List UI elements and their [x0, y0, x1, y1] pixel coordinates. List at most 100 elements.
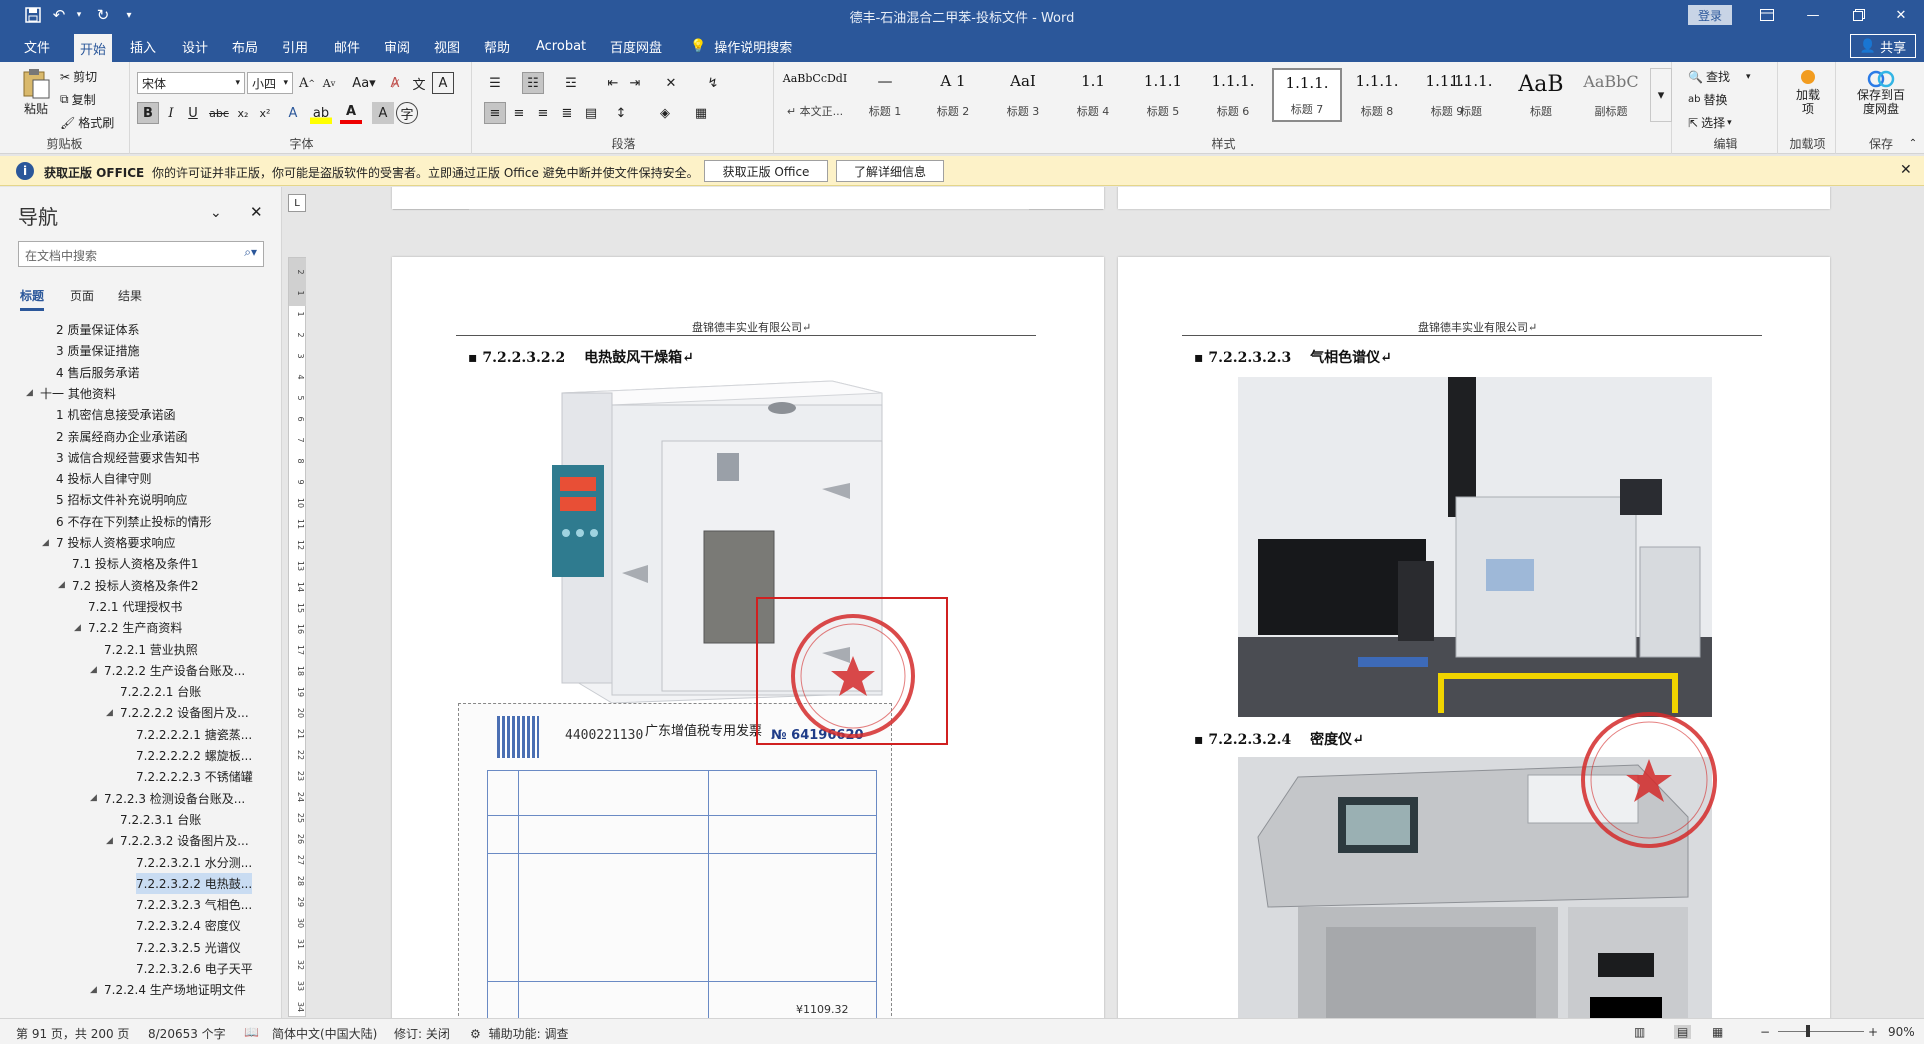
align-right-icon[interactable]: ≡ [532, 102, 554, 124]
nav-tree-item[interactable]: 7.2.2.2.2.1 搪瓷蒸... [136, 724, 252, 745]
styles-more-icon[interactable]: ▾ [1650, 68, 1672, 122]
cut-button[interactable]: ✂ 剪切 [60, 68, 97, 85]
nav-tree-item[interactable]: 7.2.2.3.2.1 水分测... [136, 852, 252, 873]
search-icon[interactable]: ⌕▾ [244, 245, 257, 260]
style-tile[interactable]: — 标题 1 [850, 68, 920, 122]
nav-tree-item[interactable]: ◢ 7 投标人资格要求响应 [42, 532, 175, 553]
phonetic-guide-icon[interactable]: 文 [408, 72, 430, 94]
nav-tree-item[interactable]: 7.2.2.2.2.2 螺旋板... [136, 745, 252, 766]
nav-tree-item[interactable]: 3 诚信合规经营要求告知书 [56, 447, 199, 468]
chevron-down-icon[interactable]: ⌄ [210, 205, 222, 221]
bold-icon[interactable]: B [137, 102, 159, 124]
zoom-level[interactable]: 90% [1888, 1025, 1915, 1039]
nav-tree-item[interactable]: 7.2.2.1 营业执照 [104, 639, 198, 660]
proofing-icon[interactable]: 📖 [244, 1025, 259, 1039]
accessibility-status[interactable]: ⚙ 辅助功能: 调查 [470, 1025, 568, 1042]
paste-button[interactable]: 粘贴 [18, 68, 54, 117]
align-left-icon[interactable]: ≡ [484, 102, 506, 124]
language[interactable]: 简体中文(中国大陆) [272, 1025, 377, 1042]
nav-tree-item[interactable]: ◢ 7.2 投标人资格及条件2 [58, 575, 199, 596]
print-layout-icon[interactable]: ▤ [1674, 1025, 1692, 1039]
style-tile[interactable]: AaB 标题 [1506, 68, 1576, 122]
nav-tree-item[interactable]: 7.1 投标人资格及条件1 [72, 553, 199, 574]
expand-triangle-icon[interactable]: ◢ [90, 985, 97, 995]
nav-tree-item[interactable]: 7.2.2.3.2.3 气相色... [136, 894, 252, 915]
share-button[interactable]: 👤 共享 [1850, 34, 1916, 58]
tab-acrobat[interactable]: Acrobat [530, 30, 592, 62]
tab-selector-icon[interactable]: L [288, 194, 306, 212]
nav-tree-item[interactable]: 2 质量保证体系 [56, 319, 139, 340]
ribbon-display-options-icon[interactable] [1744, 0, 1790, 30]
expand-triangle-icon[interactable]: ◢ [74, 623, 81, 633]
expand-triangle-icon[interactable]: ◢ [42, 538, 49, 548]
tell-me-search[interactable]: 💡 操作说明搜索 [684, 30, 798, 62]
tab-insert[interactable]: 插入 [124, 30, 162, 62]
learn-more-button[interactable]: 了解详细信息 [836, 160, 944, 182]
increase-indent-icon[interactable]: ⇥ [624, 72, 646, 94]
login-button[interactable]: 登录 [1688, 5, 1732, 25]
nav-tab-pages[interactable]: 页面 [70, 287, 94, 304]
font-family-select[interactable]: 宋体 ▾ [137, 72, 245, 94]
numbering-icon[interactable]: ☷ [522, 72, 544, 94]
nav-tree-item[interactable]: 7.2.2.2.1 台账 [120, 681, 201, 702]
expand-triangle-icon[interactable]: ◢ [26, 388, 33, 398]
style-tile[interactable]: 1.1.1. 标题 [1436, 68, 1506, 122]
page-right[interactable]: 盘锦德丰实业有限公司↵ ▪ 7.2.2.3.2.3 气相色谱仪↵ ▪ 7.2.2… [1118, 257, 1830, 1018]
nav-tree-item[interactable]: 2 亲属经商办企业承诺函 [56, 426, 187, 447]
expand-triangle-icon[interactable]: ◢ [90, 665, 97, 675]
restore-icon[interactable] [1836, 0, 1882, 30]
tab-baidu[interactable]: 百度网盘 [604, 30, 668, 62]
nav-tree-item[interactable]: ◢ 十一 其他资料 [26, 383, 116, 404]
tab-layout[interactable]: 布局 [226, 30, 264, 62]
multilevel-list-icon[interactable]: ☲ [560, 72, 582, 94]
justify-icon[interactable]: ≣ [556, 102, 578, 124]
style-tile[interactable]: 1.1 标题 4 [1058, 68, 1128, 122]
enclose-char-icon[interactable]: 字 [396, 102, 418, 124]
shrink-font-icon[interactable]: Av [318, 72, 340, 94]
tab-review[interactable]: 审阅 [378, 30, 416, 62]
subscript-icon[interactable]: x₂ [232, 102, 254, 124]
nav-tree-item[interactable]: ◢ 7.2.2.4 生产场地证明文件 [90, 979, 246, 1000]
nav-search-input[interactable]: 在文档中搜索 ⌕▾ [18, 241, 264, 267]
clear-format-icon[interactable]: A̷ [384, 72, 406, 94]
read-mode-icon[interactable]: ▥ [1634, 1025, 1645, 1039]
close-icon[interactable]: ✕ [250, 203, 263, 221]
tab-mailings[interactable]: 邮件 [328, 30, 366, 62]
superscript-icon[interactable]: x² [254, 102, 276, 124]
nav-tree-item[interactable]: ◢ 7.2.2.2.2 设备图片及... [106, 702, 249, 723]
nav-tree-item[interactable]: 5 招标文件补充说明响应 [56, 489, 187, 510]
tab-references[interactable]: 引用 [276, 30, 314, 62]
nav-tab-results[interactable]: 结果 [118, 287, 142, 304]
track-changes[interactable]: 修订: 关闭 [394, 1025, 450, 1042]
style-tile[interactable]: AaBbCcDdI ↵ 本文正... [780, 68, 850, 122]
nav-tree-item[interactable]: 7.2.2.2.2.3 不锈储罐 [136, 766, 253, 787]
nav-tree-item[interactable]: ◢ 7.2.2 生产商资料 [74, 617, 182, 638]
addins-button[interactable]: 加载项 [1788, 70, 1828, 116]
char-shading-icon[interactable]: A [372, 102, 394, 124]
nav-tree-item[interactable]: ◢ 7.2.2.3.2 设备图片及... [106, 830, 249, 851]
font-size-select[interactable]: 小四 ▾ [247, 72, 293, 94]
nav-tree-item[interactable]: 1 机密信息接受承诺函 [56, 404, 175, 425]
nav-tree-item[interactable]: ◢ 7.2.2.3 检测设备台账及... [90, 788, 245, 809]
page-left[interactable]: 盘锦德丰实业有限公司↵ ▪ 7.2.2.3.2.2 电热鼓风干燥箱↵ 44002… [392, 257, 1104, 1018]
nav-tab-headings[interactable]: 标题 [20, 287, 45, 311]
collapse-ribbon-icon[interactable]: ⌃ [1902, 132, 1924, 154]
close-icon[interactable]: ✕ [1900, 162, 1912, 178]
style-tile[interactable]: AaBbC 副标题 [1576, 68, 1646, 122]
nav-tree-item[interactable]: 3 质量保证措施 [56, 340, 139, 361]
text-effects-icon[interactable]: A [282, 102, 304, 124]
replace-button[interactable]: ab 替换 [1688, 91, 1728, 108]
nav-tree-item[interactable]: ◢ 7.2.2.2 生产设备台账及... [90, 660, 245, 681]
font-color-icon[interactable]: A [340, 102, 362, 124]
bullets-icon[interactable]: ☰ [484, 72, 506, 94]
save-baidu-button[interactable]: 保存到百度网盘 [1840, 68, 1922, 116]
shading-icon[interactable]: ◈ [654, 102, 676, 124]
decrease-indent-icon[interactable]: ⇤ [602, 72, 624, 94]
expand-triangle-icon[interactable]: ◢ [90, 793, 97, 803]
select-button[interactable]: ⇱ 选择 ▾ [1688, 114, 1732, 131]
style-tile[interactable]: 1.1.1. 标题 7 [1272, 68, 1342, 122]
style-tile[interactable]: A 1 标题 2 [918, 68, 988, 122]
tab-help[interactable]: 帮助 [478, 30, 516, 62]
nav-tree-item[interactable]: 7.2.2.3.2.6 电子天平 [136, 958, 253, 979]
show-marks-icon[interactable]: ↯ [702, 72, 724, 94]
